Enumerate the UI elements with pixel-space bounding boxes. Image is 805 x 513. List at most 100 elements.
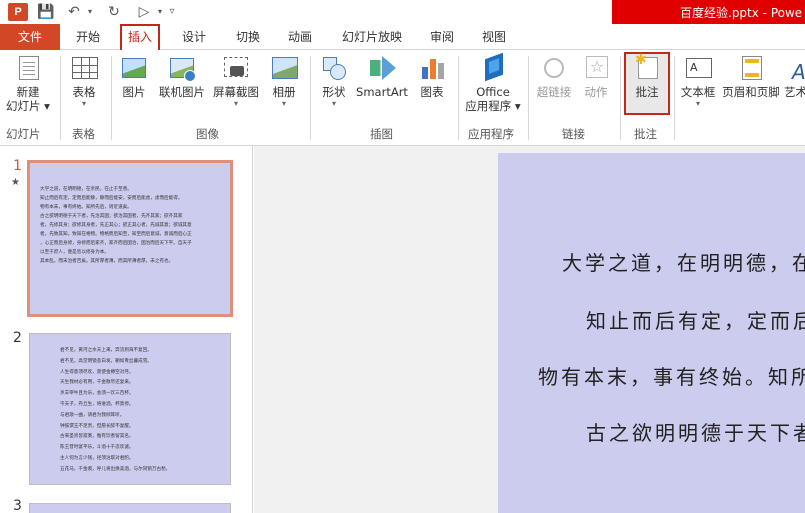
chevron-down-icon: ▾ — [695, 99, 700, 108]
group-label-links: 链接 — [562, 127, 585, 141]
ribbon-separator — [60, 56, 61, 140]
online-picture-icon — [168, 54, 196, 82]
ribbon-tabs: 文件 开始 插入 设计 切换 动画 幻灯片放映 审阅 视图 — [0, 24, 805, 51]
wordart-icon: A — [792, 60, 805, 84]
thumbnail-text-line: 天生我材必有用，千金散尽还复来。 — [60, 380, 134, 386]
ribbon-separator — [310, 56, 311, 140]
thumbnail-text-line: 古之欲明明德于天下者，先治其国；欲治其国者，先齐其家；欲齐其家 — [40, 214, 183, 219]
online-picture-button[interactable]: 联机图片 — [156, 54, 208, 99]
undo-dropdown-icon[interactable]: ▾ — [80, 2, 100, 22]
slide-thumbnail-text: 大学之道，在明明德，在亲民，在止于至善。知止而后有定，定而后能静，静而后能安，安… — [30, 163, 230, 266]
picture-icon — [120, 54, 148, 82]
screenshot-icon — [222, 54, 250, 82]
action-star-icon: ☆ — [582, 54, 610, 82]
slide-number: 2 — [13, 330, 22, 346]
group-label-images: 图像 — [196, 127, 219, 141]
slide-number: 1 — [13, 158, 22, 174]
window-title: 百度经验.pptx - Powe — [680, 6, 803, 20]
picture-button[interactable]: 图片 — [116, 54, 152, 99]
animation-star-icon: ★ — [11, 177, 20, 188]
screenshot-button[interactable]: 屏幕截图 ▾ — [210, 54, 262, 108]
group-label-tables: 表格 — [72, 127, 95, 141]
ribbon-separator — [620, 56, 621, 140]
thumbnail-text-line: 主人何为言少钱，径须沽取对君酌。 — [60, 455, 134, 461]
tab-file[interactable]: 文件 — [0, 24, 60, 50]
thumbnail-text-line: 钟鼓馔玉不足贵，但愿长醉不复醒。 — [60, 423, 134, 429]
textbox-icon: A — [684, 54, 712, 82]
ribbon-separator — [458, 56, 459, 140]
slide-text-line[interactable]: 大学之道，在明明德，在 — [562, 247, 805, 276]
office-store-icon — [479, 52, 507, 82]
action-button[interactable]: ☆ 动作 — [578, 54, 614, 99]
thumbnail-text-line: 知止而后有定，定而后能静，静而后能安，安而后能虑，虑而后能得。 — [40, 196, 183, 201]
ribbon-separator — [528, 56, 529, 140]
header-footer-icon — [737, 54, 765, 82]
comment-button[interactable]: ✱ 批注 — [626, 52, 668, 99]
group-label-comments: 批注 — [634, 127, 657, 141]
thumbnail-text-line: 物有本末，事有终始。知所先后，则近道矣。 — [40, 205, 132, 210]
slide-number: 3 — [13, 498, 22, 513]
hyperlink-icon — [540, 54, 568, 82]
photo-album-button[interactable]: 相册 ▾ — [264, 54, 304, 108]
tab-review[interactable]: 审阅 — [422, 24, 462, 50]
thumbnail-text-line: 五花马，千金裘，呼儿将出换美酒，与尔同销万古愁。 — [60, 466, 171, 472]
thumbnail-text-line: 烹羊宰牛且为乐，会须一饮三百杯。 — [60, 391, 134, 397]
header-footer-button[interactable]: 页眉和页脚 — [720, 54, 782, 99]
group-label-apps: 应用程序 — [468, 127, 514, 141]
thumbnail-text-line: 陈王昔时宴平乐，斗酒十千恣欢谑。 — [60, 445, 134, 451]
chart-button[interactable]: 图表 — [414, 54, 450, 99]
thumbnail-text-line: 者，先致其知。致知在格物。物格而后知至，知至而后意诚，意诚而后心正 — [40, 232, 192, 237]
tab-insert[interactable]: 插入 — [120, 24, 160, 51]
thumbnail-text-line: 以至于庶人，壹是皆以修身为本。 — [40, 250, 109, 255]
thumbnail-text-line: 与君歌一曲，请君为我倾耳听。 — [60, 412, 125, 418]
ribbon-separator — [674, 56, 675, 140]
smartart-button[interactable]: SmartArt — [354, 54, 410, 99]
slide-thumbnail-1[interactable]: 大学之道，在明明德，在亲民，在止于至善。知止而后有定，定而后能静，静而后能安，安… — [27, 160, 233, 317]
thumbnail-text-line: ，心正而后身修，身修而后家齐，家齐而后国治，国治而后天下平。自天子 — [40, 241, 192, 246]
slide-thumbnail-2[interactable]: 君不见，黄河之水天上来，奔流到海不复回。 君不见，高堂明镜悲白发，朝如青丝暮成雪。… — [29, 333, 231, 485]
table-button[interactable]: 表格 ▾ — [64, 54, 104, 108]
ribbon-separator — [111, 56, 112, 140]
current-slide[interactable]: 大学之道，在明明德，在 知止而后有定，定而后 物有本末，事有终始。知所 古之欲明… — [498, 153, 805, 513]
slide-thumbnail-text: 君不见，黄河之水天上来，奔流到海不复回。 君不见，高堂明镜悲白发，朝如青丝暮成雪。… — [30, 334, 230, 476]
chevron-down-icon: ▾ — [281, 99, 286, 108]
slide-thumbnail-3[interactable] — [29, 503, 231, 513]
hyperlink-button[interactable]: 超链接 — [532, 54, 576, 99]
thumbnail-text-line: 者，先修其身；欲修其身者，先正其心；欲正其心者，先诚其意；欲诚其意 — [40, 223, 192, 228]
powerpoint-logo-icon: P — [8, 3, 28, 21]
tab-home[interactable]: 开始 — [68, 24, 108, 50]
slide-text-line[interactable]: 古之欲明明德于天下者 — [586, 417, 805, 446]
thumbnail-text-line: 君不见，黄河之水天上来，奔流到海不复回。 — [60, 348, 152, 353]
save-icon[interactable]: 💾 — [36, 2, 56, 22]
tab-animations[interactable]: 动画 — [280, 24, 320, 50]
redo-icon[interactable]: ↻ — [104, 2, 124, 22]
new-slide-icon — [14, 54, 42, 82]
textbox-button[interactable]: A 文本框 ▾ — [678, 54, 718, 108]
slide-thumbnail-panel[interactable]: 1 ★ 大学之道，在明明德，在亲民，在止于至善。知止而后有定，定而后能静，静而后… — [0, 146, 253, 513]
thumbnail-text-line: 人生得意须尽欢，莫使金樽空对月。 — [60, 369, 134, 375]
shapes-icon — [320, 54, 348, 82]
tab-transitions[interactable]: 切换 — [228, 24, 268, 50]
office-apps-button[interactable]: Office 应用程序 ▾ — [462, 52, 524, 113]
title-bar: P 💾 ↶ ▾ ↻ ▷ ▾ ▿ 百度经验.pptx - Powe — [0, 0, 805, 24]
wordart-button[interactable]: A 艺术 — [784, 54, 805, 99]
tab-design[interactable]: 设计 — [174, 24, 214, 50]
new-slide-button[interactable]: 新建 幻灯片 ▾ — [2, 54, 54, 113]
group-label-slides: 幻灯片 — [6, 127, 41, 141]
tab-slideshow[interactable]: 幻灯片放映 — [334, 24, 410, 50]
smartart-icon — [368, 54, 396, 82]
customize-toolbar-icon[interactable]: ▿ — [162, 2, 182, 22]
group-label-illustrations: 插图 — [370, 127, 393, 141]
shapes-button[interactable]: 形状 ▾ — [316, 54, 352, 108]
chevron-down-icon: ▾ — [331, 99, 336, 108]
slide-editor[interactable]: 大学之道，在明明德，在 知止而后有定，定而后 物有本末，事有终始。知所 古之欲明… — [254, 146, 805, 513]
slide-text-line[interactable]: 知止而后有定，定而后 — [586, 305, 805, 334]
powerpoint-window: P 💾 ↶ ▾ ↻ ▷ ▾ ▿ 百度经验.pptx - Powe 文件 开始 插… — [0, 0, 805, 513]
tab-view[interactable]: 视图 — [474, 24, 514, 50]
thumbnail-text-line: 其本乱，而末治者否矣。其所厚者薄，而其所薄者厚，未之有也。 — [40, 259, 174, 264]
ribbon-insert: 新建 幻灯片 ▾ 幻灯片 表格 ▾ 表格 图片 联机图片 屏幕截图 ▾ 相册 ▾ — [0, 50, 805, 146]
thumbnail-text-line: 大学之道，在明明德，在亲民，在止于至善。 — [40, 187, 132, 192]
chevron-down-icon: ▾ — [81, 99, 86, 108]
slide-text-line[interactable]: 物有本末，事有终始。知所 — [538, 361, 805, 390]
table-icon — [70, 54, 98, 82]
